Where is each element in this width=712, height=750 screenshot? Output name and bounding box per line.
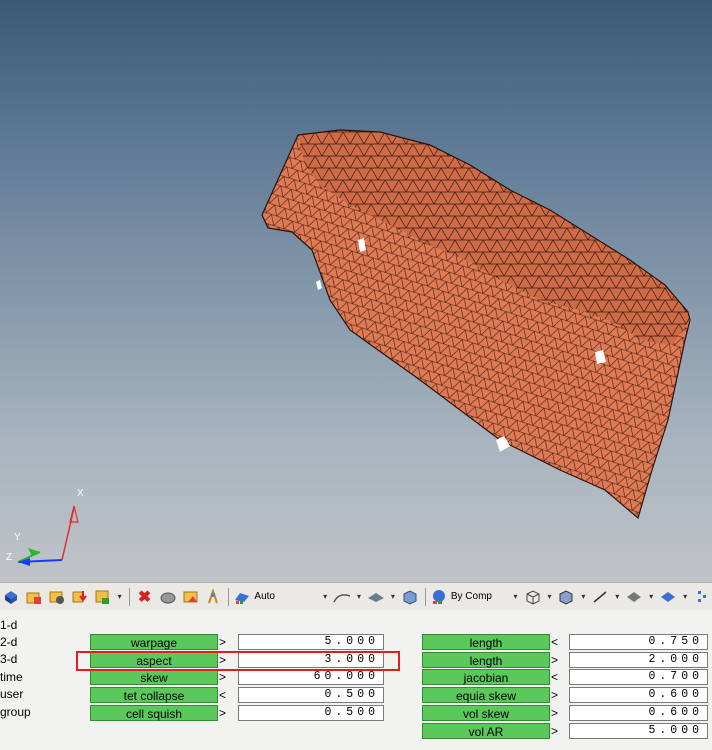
shell-display-icon[interactable] [624,587,644,607]
chevron-down-icon[interactable]: ▾ [579,592,587,601]
line-display-icon[interactable] [590,587,610,607]
element-display-icon[interactable] [366,587,386,607]
vol-ar-button[interactable]: vol AR [422,723,550,739]
axis-triad: X Y Z [6,488,84,566]
skew-button[interactable]: skew [90,669,218,685]
comparison-operator[interactable]: > [551,652,561,668]
tab-time[interactable]: time [0,669,23,686]
comparison-operator[interactable]: < [219,687,229,703]
import-icon[interactable] [70,587,90,607]
tab-2-d[interactable]: 2-d [0,634,17,651]
layer-display-icon[interactable] [658,587,678,607]
comparison-operator[interactable]: > [219,705,229,721]
tet-collapse-button[interactable]: tet collapse [90,687,218,703]
comparison-operator[interactable]: < [551,634,561,650]
graphics-viewport[interactable]: X Y Z [0,0,712,582]
vol-skew-value-field[interactable]: 0.600 [569,705,708,721]
tet-collapse-value-field[interactable]: 0.500 [238,687,384,703]
toolbar-separator [424,587,426,606]
cell-squish-button[interactable]: cell squish [90,705,218,721]
chevron-down-icon[interactable]: ▾ [389,592,397,601]
comparison-operator[interactable]: > [551,705,561,721]
main-toolbar: ▾ ✖ Auto ▾ ▾ ▾ By Comp ▾ ▾ ▾ ▾ ▾ ▾ [0,582,712,610]
delete-icon[interactable]: ✖ [135,587,155,607]
chevron-down-icon[interactable]: ▾ [545,592,553,601]
jacobian-button[interactable]: jacobian [422,669,550,685]
tab-1-d[interactable]: 1-d [0,617,17,634]
chevron-down-icon[interactable]: ▾ [647,592,655,601]
length-min-button[interactable]: length [422,634,550,650]
z-axis-label: Z [6,552,12,563]
y-axis-label: Y [14,532,21,543]
comparison-operator[interactable]: < [551,669,561,685]
length-max-button[interactable]: length [422,652,550,668]
model-view: X Y Z [6,129,691,566]
comparison-operator[interactable]: > [551,723,561,739]
component-icon[interactable] [47,587,67,607]
vol-skew-button[interactable]: vol skew [422,705,550,721]
vol-ar-value-field[interactable]: 5.000 [569,723,708,739]
chevron-down-icon[interactable]: ▾ [321,592,329,601]
jacobian-value-field[interactable]: 0.700 [569,669,708,685]
toolbar-separator [128,587,130,606]
warpage-value-field[interactable]: 5.000 [238,634,384,650]
length-min-value-field[interactable]: 0.750 [569,634,708,650]
mesh-lines-icon[interactable] [523,587,543,607]
length-max-value-field[interactable]: 2.000 [569,652,708,668]
skew-value-field[interactable]: 60.000 [238,669,384,685]
solid-display-icon[interactable] [400,587,420,607]
tab-3-d[interactable]: 3-d [0,651,17,668]
mesh-model [261,129,691,520]
comparison-operator[interactable]: > [551,687,561,703]
check-elements-panel: 1-d 2-d 3-d time user group warpage > 5.… [0,610,712,750]
chevron-down-icon[interactable]: ▾ [116,592,124,601]
equia-skew-button[interactable]: equia skew [422,687,550,703]
equia-skew-value-field[interactable]: 0.600 [569,687,708,703]
tab-group[interactable]: group [0,704,31,721]
surface-display-icon[interactable] [332,587,352,607]
chevron-down-icon[interactable]: ▾ [613,592,621,601]
unmask-icon[interactable] [181,587,201,607]
comparison-operator[interactable]: > [219,669,229,685]
comparison-operator[interactable]: > [219,634,229,650]
display-mode-value: Auto [254,591,275,602]
reverse-icon[interactable] [203,587,223,607]
chevron-down-icon[interactable]: ▾ [512,592,520,601]
chevron-down-icon[interactable]: ▾ [355,592,363,601]
chevron-down-icon[interactable]: ▾ [681,592,689,601]
shaded-display-icon [235,592,250,604]
aspect-highlight-box [76,651,400,671]
cube-icon[interactable] [1,587,21,607]
more-tools-icon[interactable] [692,587,712,607]
warpage-button[interactable]: warpage [90,634,218,650]
x-axis-label: X [77,488,84,499]
toolbar-separator [228,587,230,606]
mask-icon[interactable] [158,587,178,607]
display-mode-dropdown[interactable]: Auto [234,588,318,606]
feature-lines-icon[interactable] [556,587,576,607]
color-mode-dropdown[interactable]: By Comp [431,588,509,606]
tab-user[interactable]: user [0,686,23,703]
color-mode-value: By Comp [450,591,492,602]
color-by-comp-icon [432,589,445,604]
cell-squish-value-field[interactable]: 0.500 [238,705,384,721]
folder-hierarchy-icon[interactable] [24,587,44,607]
organize-icon[interactable] [93,587,113,607]
